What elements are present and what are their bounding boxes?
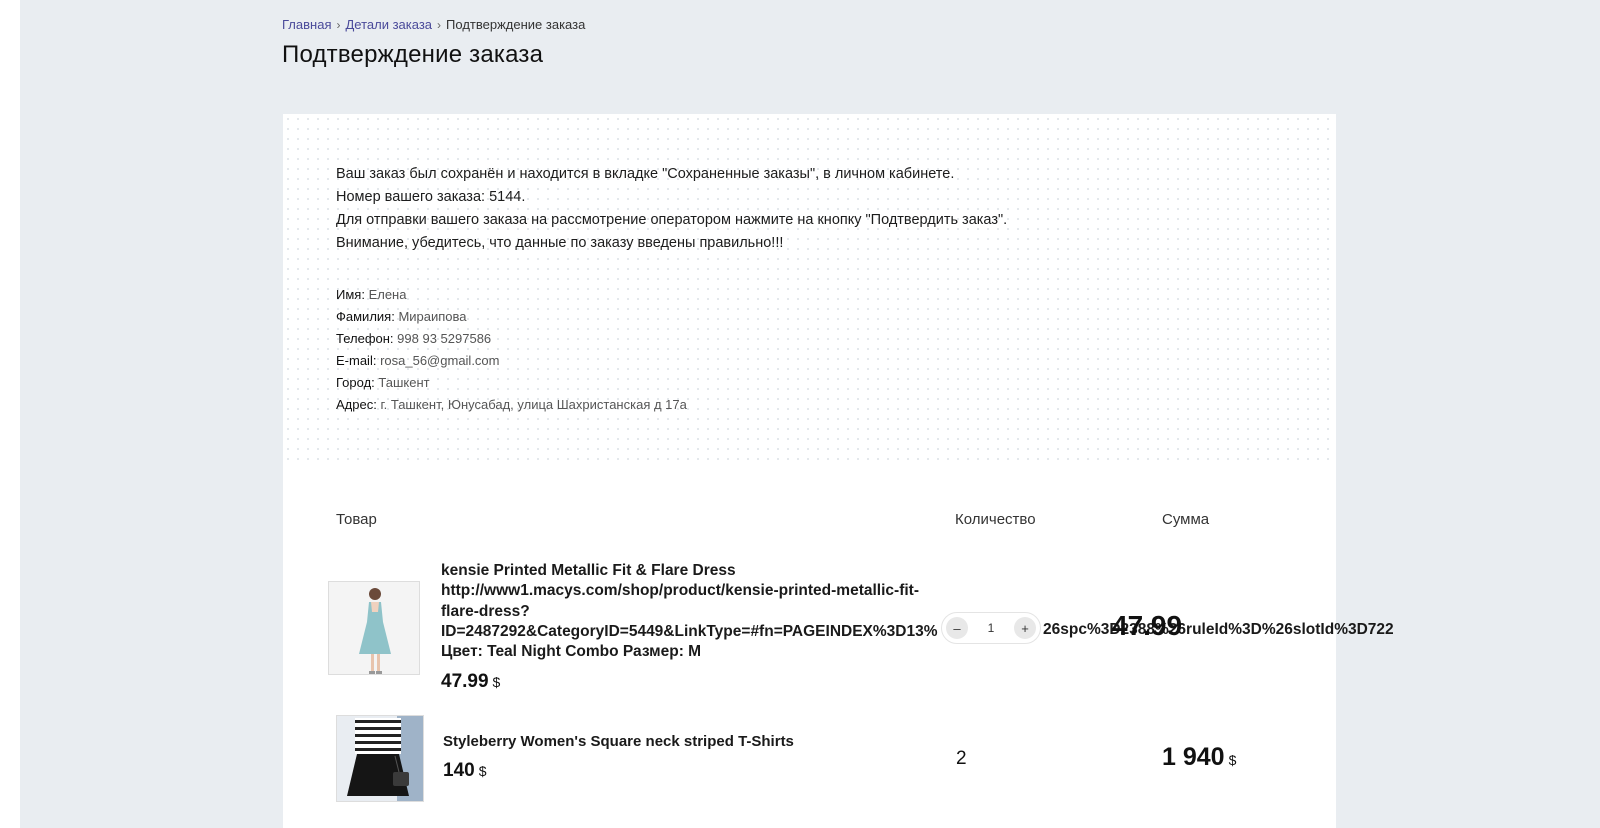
- field-value: г. Ташкент, Юнусабад, улица Шахристанска…: [380, 397, 687, 412]
- order-notice: Ваш заказ был сохранён и находится в вкл…: [336, 163, 1007, 255]
- customer-last-name: Фамилия: Мираипова: [336, 306, 687, 328]
- field-label: Адрес:: [336, 397, 377, 412]
- field-label: Телефон:: [336, 331, 394, 346]
- breadcrumb-separator: ›: [437, 17, 442, 32]
- customer-city: Город: Ташкент: [336, 372, 687, 394]
- field-value: Елена: [368, 287, 407, 302]
- page-title: Подтверждение заказа: [282, 41, 544, 68]
- customer-address: Адрес: г. Ташкент, Юнусабад, улица Шахри…: [336, 394, 687, 416]
- field-label: Имя:: [336, 287, 365, 302]
- customer-email: E-mail: rosa_56@gmail.com: [336, 350, 687, 372]
- quantity-value: 2: [956, 748, 967, 769]
- item-sum: 1 940 $: [1162, 743, 1236, 772]
- increase-quantity-button[interactable]: +: [1014, 617, 1036, 639]
- field-label: E-mail:: [336, 353, 377, 368]
- notice-order-number: Номер вашего заказа: 5144.: [336, 189, 526, 205]
- item-title[interactable]: Styleberry Women's Square neck striped T…: [443, 733, 794, 750]
- breadcrumb-home-link[interactable]: Главная: [282, 17, 331, 32]
- notice-line: Для отправки вашего заказа на рассмотрен…: [336, 212, 1008, 228]
- item-sum: 47.99: [1112, 610, 1182, 642]
- field-value: rosa_56@gmail.com: [380, 353, 500, 368]
- currency: $: [1228, 752, 1237, 768]
- column-header-quantity: Количество: [955, 511, 1036, 528]
- currency: $: [478, 763, 487, 779]
- item-price: 140 $: [443, 760, 487, 782]
- notice-line: Ваш заказ был сохранён и находится в вкл…: [336, 166, 955, 182]
- dress-photo-icon[interactable]: [328, 581, 420, 675]
- breadcrumb-current: Подтверждение заказа: [446, 17, 586, 32]
- price-value: 140: [443, 760, 475, 781]
- breadcrumb: Главная › Детали заказа › Подтверждение …: [282, 17, 585, 32]
- column-header-sum: Сумма: [1162, 511, 1210, 528]
- breadcrumb-order-details-link[interactable]: Детали заказа: [345, 17, 432, 32]
- customer-info: Имя: Елена Фамилия: Мираипова Телефон: 9…: [336, 284, 687, 416]
- sum-value: 1 940: [1162, 743, 1225, 771]
- breadcrumb-separator: ›: [336, 17, 341, 32]
- quantity-stepper[interactable]: – 1 +: [941, 612, 1041, 644]
- item-url-line: flare-dress?: [441, 602, 530, 620]
- notice-warning: Внимание, убедитесь, что данные по заказ…: [336, 235, 784, 251]
- order-card: Ваш заказ был сохранён и находится в вкл…: [283, 114, 1336, 828]
- column-header-product: Товар: [336, 511, 377, 528]
- field-value: Мираипова: [398, 309, 467, 324]
- quantity-value[interactable]: 1: [988, 621, 995, 635]
- decrease-quantity-button[interactable]: –: [946, 617, 968, 639]
- item-title[interactable]: kensie Printed Metallic Fit & Flare Dres…: [441, 561, 1441, 662]
- item-price: 47.99 $: [441, 671, 500, 693]
- item-variant: Цвет: Teal Night Combo Размер: M: [441, 643, 702, 661]
- striped-shirt-photo-icon[interactable]: [336, 715, 424, 802]
- field-label: Город:: [336, 375, 375, 390]
- item-title-line: kensie Printed Metallic Fit & Flare Dres…: [441, 562, 736, 579]
- customer-phone: Телефон: 998 93 5297586: [336, 328, 687, 350]
- sum-value: 47.99: [1112, 610, 1183, 641]
- price-value: 47.99: [441, 671, 489, 692]
- field-value: 998 93 5297586: [397, 331, 492, 346]
- currency: $: [492, 674, 501, 690]
- item-url-line: http://www1.macys.com/shop/product/kensi…: [441, 582, 919, 600]
- field-value: Ташкент: [378, 375, 430, 390]
- customer-first-name: Имя: Елена: [336, 284, 687, 306]
- field-label: Фамилия:: [336, 309, 395, 324]
- item-url-tail: 26spc%3D2388%26ruleId%3D%26slotId%3D722: [1043, 621, 1394, 638]
